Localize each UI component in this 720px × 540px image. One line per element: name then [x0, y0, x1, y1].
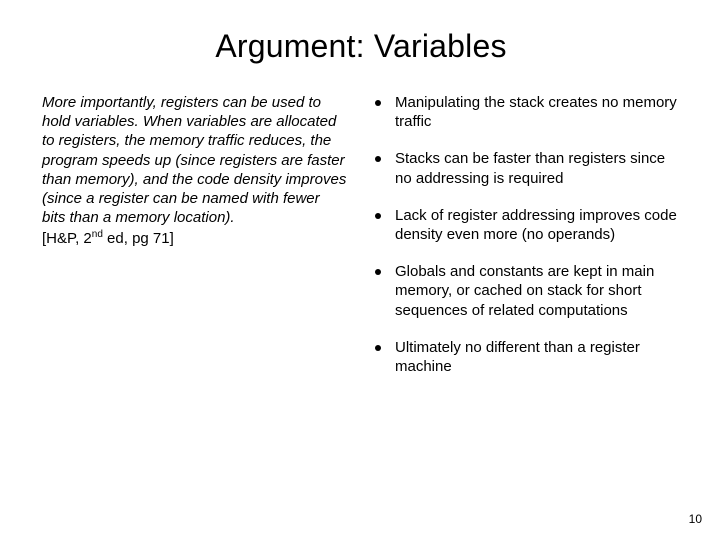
list-item: Manipulating the stack creates no memory… [375, 93, 680, 131]
bullet-text: Manipulating the stack creates no memory… [395, 93, 680, 131]
slide: Argument: Variables More importantly, re… [0, 0, 720, 540]
list-item: Globals and constants are kept in main m… [375, 262, 680, 320]
bullet-icon [375, 269, 381, 275]
bullet-icon [375, 156, 381, 162]
page-number: 10 [689, 512, 702, 526]
citation: [H&P, 2nd ed, pg 71] [42, 229, 347, 248]
right-column: Manipulating the stack creates no memory… [375, 93, 680, 376]
bullet-icon [375, 100, 381, 106]
bullet-text: Lack of register addressing improves cod… [395, 206, 680, 244]
citation-suffix: ed, pg 71] [103, 230, 174, 247]
bullet-text: Stacks can be faster than registers sinc… [395, 149, 680, 187]
bullet-text: Ultimately no different than a register … [395, 338, 680, 376]
bullet-text: Globals and constants are kept in main m… [395, 262, 680, 320]
citation-superscript: nd [92, 229, 103, 240]
bullet-icon [375, 213, 381, 219]
bullet-icon [375, 345, 381, 351]
list-item: Ultimately no different than a register … [375, 338, 680, 376]
list-item: Stacks can be faster than registers sinc… [375, 149, 680, 187]
slide-title: Argument: Variables [42, 28, 680, 65]
left-column: More importantly, registers can be used … [42, 93, 347, 376]
list-item: Lack of register addressing improves cod… [375, 206, 680, 244]
quote-text: More importantly, registers can be used … [42, 93, 347, 227]
citation-prefix: [H&P, 2 [42, 230, 92, 247]
columns: More importantly, registers can be used … [42, 93, 680, 376]
bullet-list: Manipulating the stack creates no memory… [375, 93, 680, 376]
